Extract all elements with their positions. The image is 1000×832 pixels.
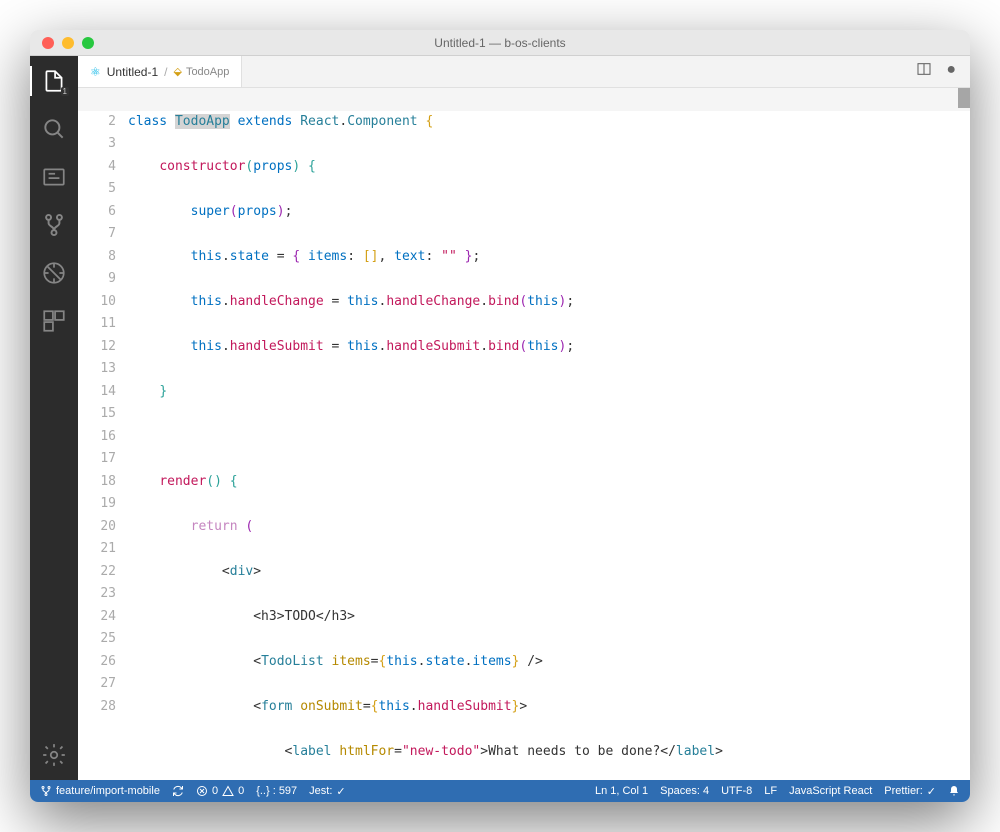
tab-bar: ⚛ Untitled-1 / ⬙ TodoApp ● <box>78 56 970 88</box>
status-bracket-count[interactable]: {..} : 597 <box>256 785 297 797</box>
tab-label: Untitled-1 <box>107 65 158 79</box>
source-control-icon[interactable] <box>41 212 67 238</box>
window-body: 1 ⚛ <box>30 56 970 780</box>
search-icon[interactable] <box>41 116 67 142</box>
status-encoding[interactable]: UTF-8 <box>721 785 752 797</box>
status-eol[interactable]: LF <box>764 785 777 797</box>
window-controls <box>30 37 94 49</box>
status-prettier[interactable]: Prettier: ✓ <box>884 785 936 798</box>
sidebar-extension-icon[interactable] <box>41 164 67 190</box>
breadcrumb[interactable]: ⬙ TodoApp <box>173 65 229 78</box>
close-window-button[interactable] <box>42 37 54 49</box>
method-icon: ⬙ <box>173 65 181 78</box>
debug-icon[interactable] <box>41 260 67 286</box>
line-numbers-gutter: 1234567891011121314151617181920212223242… <box>78 88 128 780</box>
editor-group: ⚛ Untitled-1 / ⬙ TodoApp ● 1234567 <box>78 56 970 780</box>
react-file-icon: ⚛ <box>90 65 101 79</box>
breadcrumb-separator: / <box>164 65 167 79</box>
vscode-window: Untitled-1 — b-os-clients 1 <box>30 30 970 802</box>
explorer-badge: 1 <box>61 87 69 96</box>
status-bar: feature/import-mobile 0 0 {..} : 597 Jes… <box>30 780 970 802</box>
status-cursor-position[interactable]: Ln 1, Col 1 <box>595 785 648 797</box>
titlebar: Untitled-1 — b-os-clients <box>30 30 970 56</box>
minimize-window-button[interactable] <box>62 37 74 49</box>
extensions-icon[interactable] <box>41 308 67 334</box>
status-bell-icon[interactable] <box>948 785 960 797</box>
status-jest[interactable]: Jest: ✓ <box>309 785 345 798</box>
explorer-icon[interactable]: 1 <box>41 68 67 94</box>
status-language[interactable]: JavaScript React <box>789 785 872 797</box>
status-errors[interactable]: 0 0 <box>196 785 244 797</box>
split-editor-icon[interactable] <box>916 61 932 82</box>
status-branch[interactable]: feature/import-mobile <box>40 785 160 797</box>
activity-bar: 1 <box>30 56 78 780</box>
window-title: Untitled-1 — b-os-clients <box>434 36 565 50</box>
status-sync-icon[interactable] <box>172 785 184 797</box>
tab-untitled-1[interactable]: ⚛ Untitled-1 / ⬙ TodoApp <box>78 56 242 87</box>
code-content[interactable]: class TodoApp extends React.Component { … <box>128 88 970 780</box>
maximize-window-button[interactable] <box>82 37 94 49</box>
status-indentation[interactable]: Spaces: 4 <box>660 785 709 797</box>
tab-dirty-indicator: ● <box>946 61 956 82</box>
code-editor[interactable]: 1234567891011121314151617181920212223242… <box>78 88 970 780</box>
settings-gear-icon[interactable] <box>41 742 67 768</box>
